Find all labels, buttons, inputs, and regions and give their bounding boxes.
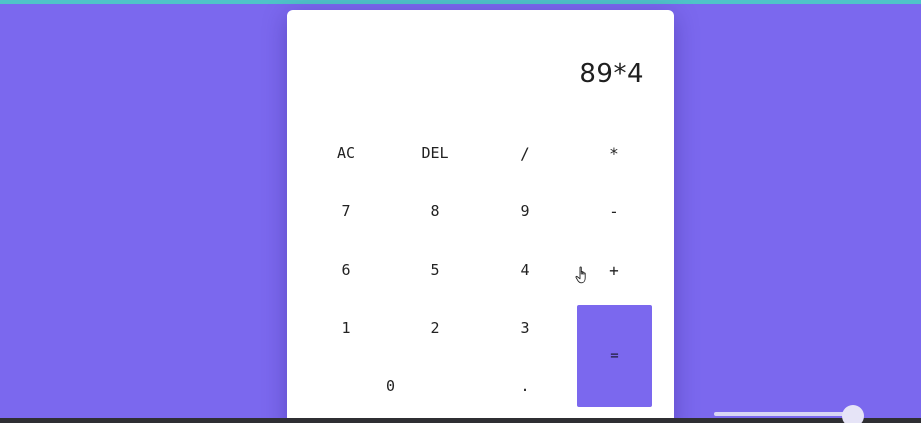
calculator-panel: 89*4 AC DEL / * 7 8 9 - 6 5 4 + 1 2 3 = … bbox=[287, 10, 674, 423]
digit-4-button[interactable]: 4 bbox=[488, 248, 562, 292]
delete-button[interactable]: DEL bbox=[398, 131, 472, 175]
ac-button[interactable]: AC bbox=[309, 131, 383, 175]
hand-pointer-icon bbox=[575, 266, 586, 284]
digit-1-button[interactable]: 1 bbox=[309, 306, 383, 350]
multiply-button[interactable]: * bbox=[577, 131, 651, 175]
video-progress-bar bbox=[0, 418, 921, 423]
equals-button[interactable]: = bbox=[577, 305, 652, 407]
calculator-display: 89*4 bbox=[287, 10, 674, 130]
volume-slider-track[interactable] bbox=[714, 412, 854, 416]
display-expression: 89*4 bbox=[579, 59, 644, 89]
minus-button[interactable]: - bbox=[577, 189, 651, 233]
digit-5-button[interactable]: 5 bbox=[398, 248, 472, 292]
decimal-button[interactable]: . bbox=[488, 364, 562, 408]
digit-6-button[interactable]: 6 bbox=[309, 248, 383, 292]
digit-3-button[interactable]: 3 bbox=[488, 306, 562, 350]
digit-2-button[interactable]: 2 bbox=[398, 306, 472, 350]
digit-0-button[interactable]: 0 bbox=[309, 364, 472, 408]
browser-top-strip bbox=[0, 0, 921, 4]
digit-9-button[interactable]: 9 bbox=[488, 189, 562, 233]
digit-8-button[interactable]: 8 bbox=[398, 189, 472, 233]
volume-slider-thumb[interactable] bbox=[842, 405, 864, 423]
digit-7-button[interactable]: 7 bbox=[309, 189, 383, 233]
divide-button[interactable]: / bbox=[488, 131, 562, 175]
